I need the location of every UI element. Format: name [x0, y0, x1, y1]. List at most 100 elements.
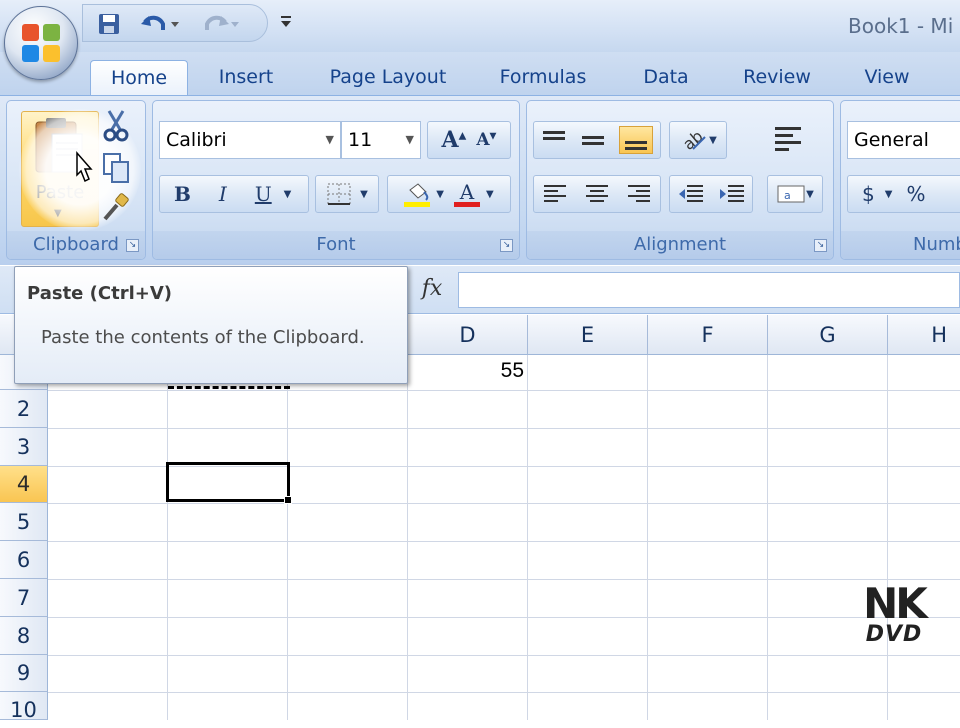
tab-page-layout[interactable]: Page Layout	[318, 60, 458, 96]
horizontal-align-buttons	[533, 175, 661, 213]
ribbon: Paste ▼ Clipboard ↘ Calibri ▼ 11 ▼ A▲ A▼…	[0, 95, 960, 265]
fill-color-icon[interactable]	[404, 182, 431, 207]
active-cell[interactable]	[166, 462, 290, 502]
gridline	[527, 355, 528, 720]
office-button[interactable]	[4, 6, 78, 80]
borders-icon	[327, 183, 351, 205]
row-header-2[interactable]: 2	[0, 390, 48, 428]
tab-review[interactable]: Review	[732, 60, 822, 96]
svg-text:a: a	[784, 189, 791, 202]
currency-icon[interactable]: $	[862, 182, 875, 206]
cell-d1[interactable]: 55	[408, 359, 524, 383]
shrink-font-icon[interactable]: A▼	[476, 130, 496, 150]
font-group-label: Font	[153, 231, 519, 259]
chevron-down-icon[interactable]: ▼	[885, 189, 893, 200]
chevron-down-icon[interactable]: ▼	[486, 189, 494, 200]
chevron-down-icon[interactable]: ▼	[436, 189, 444, 200]
chevron-down-icon: ▼	[54, 208, 62, 219]
align-left-icon[interactable]	[542, 183, 568, 205]
copy-button[interactable]	[101, 151, 131, 185]
save-button[interactable]	[95, 11, 123, 37]
gridline	[48, 503, 960, 504]
chevron-down-icon: ▼	[360, 188, 368, 200]
chevron-down-icon: ▼	[709, 134, 717, 146]
decrease-indent-icon[interactable]	[677, 183, 705, 205]
underline-icon[interactable]: U	[255, 182, 272, 206]
row-header-6[interactable]: 6	[0, 541, 48, 579]
fill-handle[interactable]	[284, 496, 292, 504]
alignment-dialog-launcher[interactable]: ↘	[814, 239, 827, 252]
align-center-icon[interactable]	[584, 183, 610, 205]
gridline	[167, 355, 168, 720]
quick-access-toolbar	[82, 4, 268, 42]
chevron-down-icon[interactable]: ▼	[284, 189, 292, 200]
font-color-icon[interactable]: A	[454, 182, 480, 207]
number-format-value: General	[854, 129, 929, 151]
align-top-icon[interactable]	[541, 129, 567, 151]
clipboard-group-label: Clipboard	[7, 231, 145, 259]
indent-buttons	[669, 175, 753, 213]
column-header-f[interactable]: F	[648, 315, 768, 355]
align-bottom-icon[interactable]	[619, 126, 654, 154]
save-icon	[99, 14, 119, 34]
gridline	[647, 355, 648, 720]
merge-center-button[interactable]: a ▼	[767, 175, 823, 213]
tab-home[interactable]: Home	[90, 60, 188, 96]
number-format-box[interactable]: General	[847, 121, 960, 159]
row-header-7[interactable]: 7	[0, 579, 48, 617]
formula-input[interactable]	[458, 272, 960, 308]
watermark-line1: NK	[863, 579, 928, 628]
ribbon-tabs: Home Insert Page Layout Formulas Data Re…	[0, 52, 960, 96]
gridline	[48, 655, 960, 656]
fill-and-font-color-buttons: ▼ A ▼	[387, 175, 511, 213]
column-header-d[interactable]: D	[408, 315, 528, 355]
row-header-10[interactable]: 10	[0, 692, 48, 722]
font-size-box[interactable]: 11 ▼	[341, 121, 421, 159]
format-painter-button[interactable]	[101, 193, 131, 223]
font-name-box[interactable]: Calibri ▼	[159, 121, 341, 159]
italic-icon[interactable]: I	[219, 182, 227, 206]
cut-button[interactable]	[101, 109, 131, 143]
row-header-3[interactable]: 3	[0, 428, 48, 466]
borders-button[interactable]: ▼	[315, 175, 379, 213]
gridline	[887, 355, 888, 720]
column-header-h[interactable]: H	[888, 315, 960, 355]
gridline	[48, 541, 960, 542]
clipboard-group: Paste ▼ Clipboard ↘	[6, 100, 146, 260]
undo-icon	[141, 15, 179, 30]
customize-qat-button[interactable]	[278, 12, 294, 32]
font-dialog-launcher[interactable]: ↘	[500, 239, 513, 252]
row-header-4[interactable]: 4	[0, 466, 48, 503]
percent-icon[interactable]: %	[906, 182, 925, 206]
insert-function-button[interactable]: fx	[408, 272, 456, 308]
font-name-value: Calibri	[166, 129, 227, 151]
tab-insert[interactable]: Insert	[206, 60, 286, 96]
number-format-buttons: $ ▼ %	[847, 175, 960, 213]
gridline	[48, 617, 960, 618]
undo-button[interactable]	[135, 11, 183, 37]
increase-indent-icon[interactable]	[718, 183, 746, 205]
column-header-e[interactable]: E	[528, 315, 648, 355]
redo-button[interactable]	[195, 11, 243, 37]
wrap-text-button[interactable]	[771, 123, 811, 157]
row-header-9[interactable]: 9	[0, 655, 48, 692]
grow-font-icon[interactable]: A▲	[442, 127, 467, 153]
merge-cells-icon: a	[777, 185, 805, 203]
number-group-label: Numb	[841, 231, 960, 259]
nk-dvd-logo: NK DVD	[852, 579, 936, 648]
column-header-g[interactable]: G	[768, 315, 888, 355]
row-header-8[interactable]: 8	[0, 617, 48, 655]
align-middle-icon[interactable]	[580, 129, 606, 151]
chevron-down-icon	[281, 16, 291, 27]
bold-icon[interactable]: B	[174, 182, 191, 206]
mouse-pointer-icon	[76, 151, 93, 183]
align-right-icon[interactable]	[626, 183, 652, 205]
number-group: General $ ▼ % Numb	[840, 100, 960, 260]
tab-formulas[interactable]: Formulas	[488, 60, 598, 96]
orientation-button[interactable]: ab ▼	[669, 121, 727, 159]
tab-view[interactable]: View	[852, 60, 922, 96]
clipboard-dialog-launcher[interactable]: ↘	[126, 239, 139, 252]
tab-data[interactable]: Data	[630, 60, 702, 96]
gridline	[48, 390, 960, 391]
row-header-5[interactable]: 5	[0, 503, 48, 541]
